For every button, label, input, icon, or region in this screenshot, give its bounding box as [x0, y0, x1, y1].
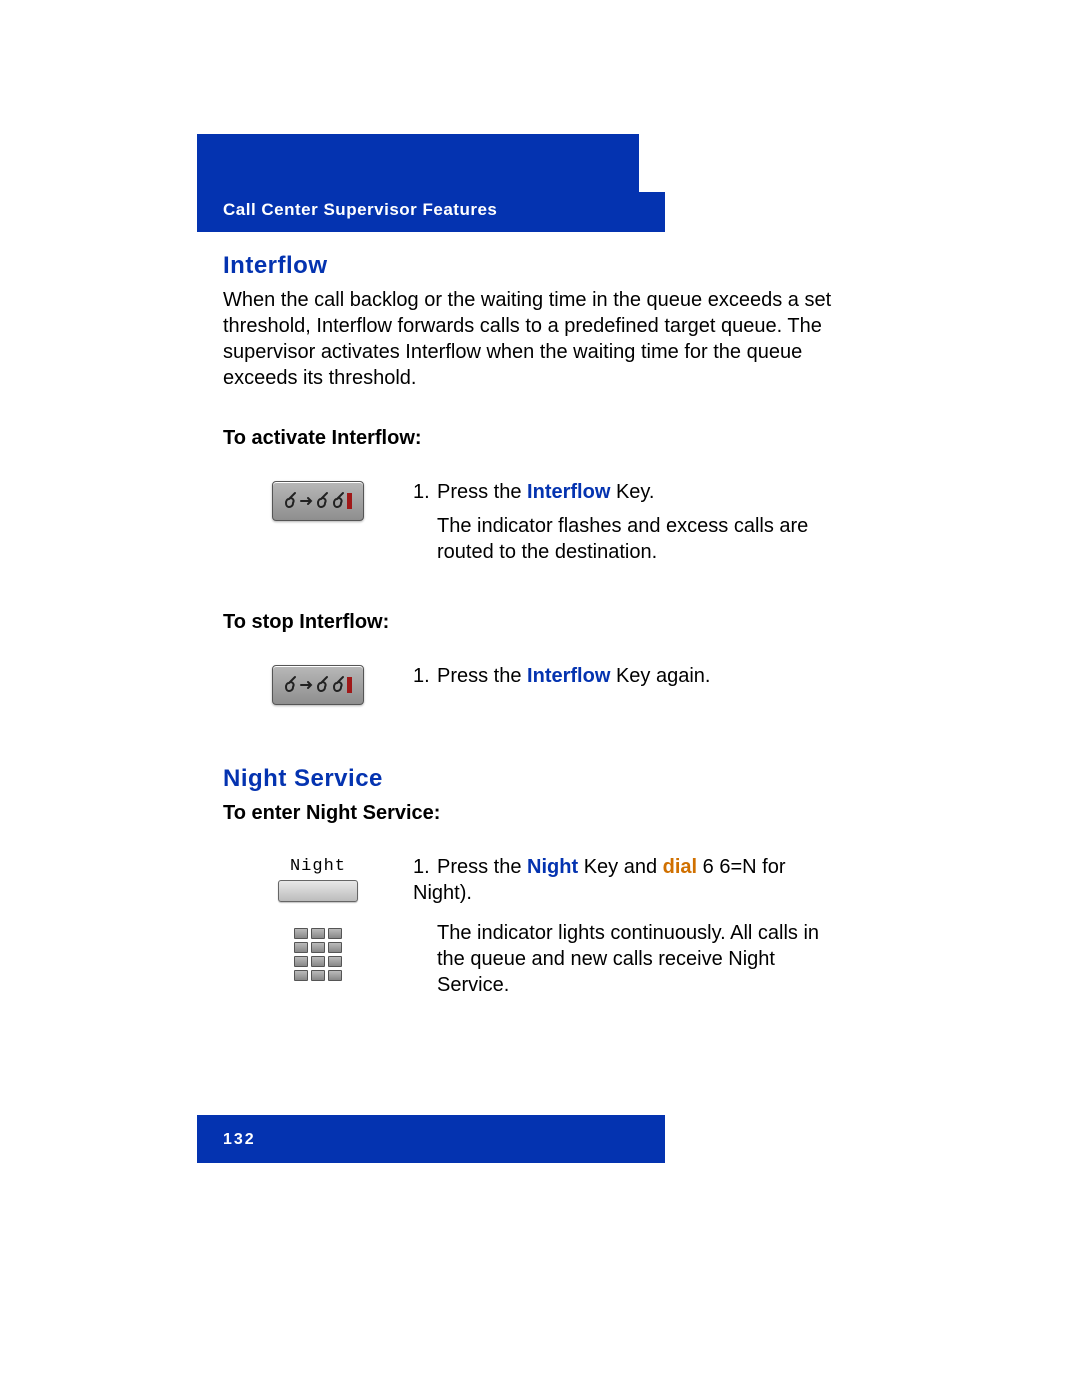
stop-heading: To stop Interflow:	[223, 609, 847, 635]
dial-link: dial	[663, 856, 697, 878]
night-instruction: Night 1.Press the Night Key and dial 6 6…	[223, 854, 847, 998]
interflow-link: Interflow	[527, 481, 610, 503]
night-icon-column: Night	[223, 854, 413, 998]
interflow-key-icon	[272, 665, 364, 705]
step-text-post: Key.	[610, 481, 654, 503]
stop-instruction: 1.Press the Interflow Key again.	[223, 663, 847, 705]
activate-heading: To activate Interflow:	[223, 425, 847, 451]
activate-instruction: 1.Press the Interflow Key. The indicator…	[223, 479, 847, 565]
activate-text-column: 1.Press the Interflow Key. The indicator…	[413, 479, 847, 565]
night-step-line: 1.Press the Night Key and dial 6 6=N for…	[413, 854, 847, 906]
header-title-bar: Call Center Supervisor Features	[197, 192, 665, 232]
stop-icon-column	[223, 663, 413, 705]
night-link: Night	[527, 856, 578, 878]
step-text-post: Key again.	[610, 665, 710, 687]
keypad-icon	[294, 928, 342, 981]
step-text-pre: Press the	[437, 481, 527, 503]
activate-icon-column	[223, 479, 413, 565]
section-heading-night: Night Service	[223, 763, 847, 794]
step-number: 1.	[413, 663, 437, 689]
document-page: Call Center Supervisor Features Interflo…	[197, 134, 847, 998]
enter-night-heading: To enter Night Service:	[223, 800, 847, 826]
interflow-key-icon	[272, 481, 364, 521]
footer-bar: 132	[197, 1115, 665, 1163]
section-heading-interflow: Interflow	[223, 250, 847, 281]
page-number: 132	[223, 1131, 256, 1148]
interflow-link: Interflow	[527, 665, 610, 687]
header-accent-bar	[197, 134, 639, 192]
activate-step-line: 1.Press the Interflow Key.	[413, 479, 847, 505]
stop-text-column: 1.Press the Interflow Key again.	[413, 663, 847, 705]
night-key-button	[278, 880, 358, 902]
content-area: Interflow When the call backlog or the w…	[197, 232, 847, 998]
night-follow-text: The indicator lights continuously. All c…	[413, 920, 847, 998]
step-text-pre: Press the	[437, 856, 527, 878]
step-text-pre: Press the	[437, 665, 527, 687]
step-text-mid: Key and	[578, 856, 663, 878]
step-number: 1.	[413, 854, 437, 880]
step-number: 1.	[413, 479, 437, 505]
night-key-icon: Night	[278, 856, 358, 902]
night-key-label: Night	[290, 856, 346, 878]
stop-step-line: 1.Press the Interflow Key again.	[413, 663, 847, 689]
header-title: Call Center Supervisor Features	[223, 200, 497, 219]
night-text-column: 1.Press the Night Key and dial 6 6=N for…	[413, 854, 847, 998]
interflow-description: When the call backlog or the waiting tim…	[223, 287, 847, 391]
activate-follow-text: The indicator flashes and excess calls a…	[413, 513, 847, 565]
